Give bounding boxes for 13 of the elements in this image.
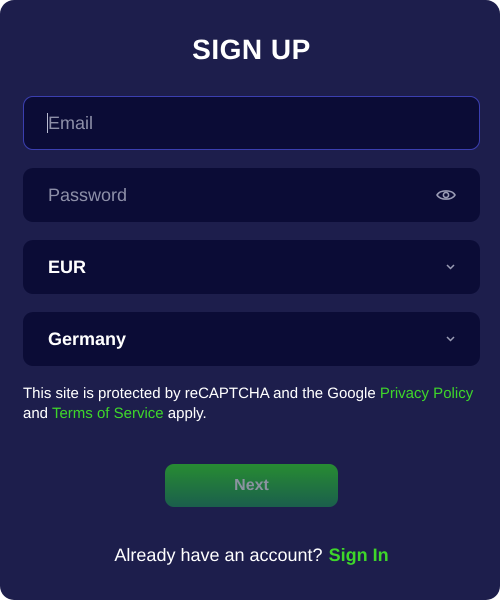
sign-in-link[interactable]: Sign In [328,545,389,566]
account-prompt: Already have an account? [114,545,323,566]
email-field[interactable]: Email [23,96,480,150]
policy-link[interactable]: Terms of Service [52,405,164,422]
chevron-down-icon [446,336,455,342]
chevron-down-icon [446,264,455,270]
recaptcha-notice: This site is protected by reCAPTCHA and the Google Privacy Policy and Terms of Service apply. [23,384,474,424]
page-title: SIGN UP [191,34,312,66]
policy-link[interactable]: Privacy Policy [380,385,474,402]
eye-icon[interactable] [436,188,456,202]
select-field[interactable]: EUR [23,240,480,294]
password-field[interactable]: Password [23,168,480,222]
select-field[interactable]: Germany [23,312,480,366]
